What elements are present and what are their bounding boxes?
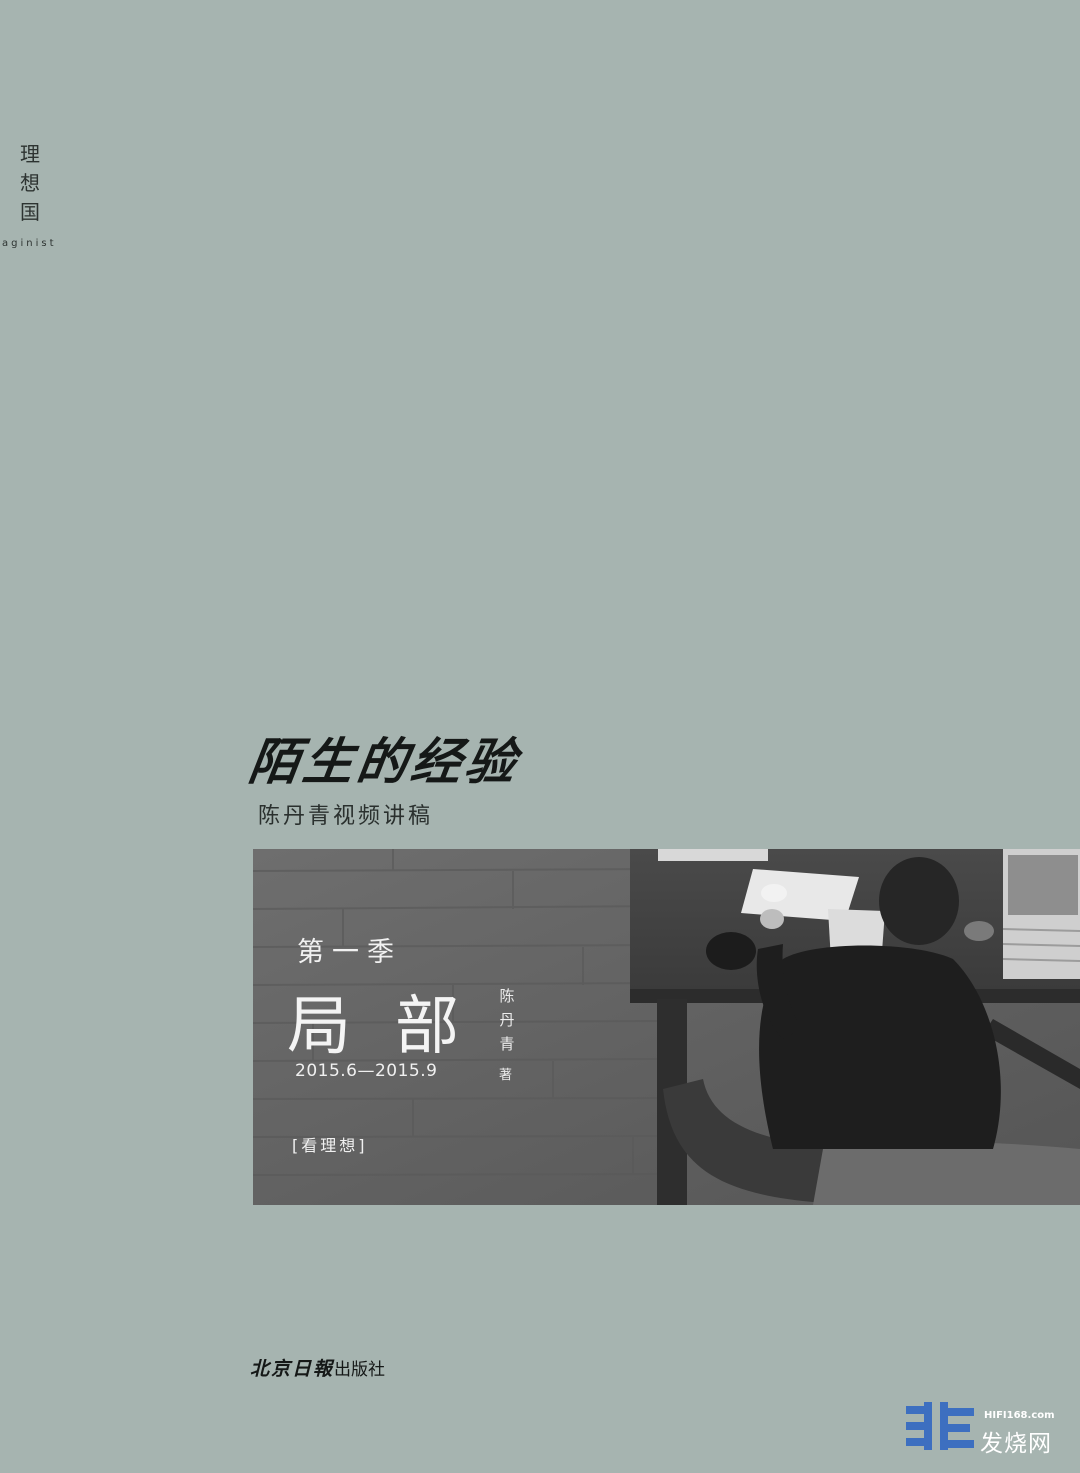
date-range: 2015.6—2015.9 bbox=[295, 1061, 438, 1081]
paper bbox=[658, 849, 768, 861]
series-tag: [看理想] bbox=[292, 1136, 368, 1155]
imprint-char: 国 bbox=[20, 200, 40, 224]
publisher-suffix: 出版社 bbox=[334, 1360, 386, 1380]
cushion bbox=[813, 1141, 1080, 1205]
imprint-char: 想 bbox=[20, 171, 40, 195]
watermark: HIFI168.com 发烧网 bbox=[904, 1398, 1074, 1457]
phone bbox=[706, 932, 756, 970]
imprint-latin: aginist bbox=[2, 238, 57, 249]
watermark-name: 发烧网 bbox=[980, 1431, 1052, 1457]
glass bbox=[964, 921, 994, 941]
cup bbox=[761, 884, 787, 902]
watermark-url: HIFI168.com bbox=[984, 1410, 1055, 1421]
author-char: 丹 bbox=[499, 1011, 515, 1029]
publisher: 北京日報出版社 bbox=[250, 1354, 385, 1381]
figure-hand bbox=[760, 909, 784, 929]
watermark-logo-icon bbox=[906, 1402, 974, 1450]
figure-body bbox=[759, 945, 1001, 1149]
subtitle: 陈丹青视频讲稿 bbox=[258, 804, 434, 829]
author-char: 陈 bbox=[499, 987, 515, 1005]
season-label: 第一季 bbox=[297, 937, 402, 968]
imprint-vertical: 理 想 国 bbox=[18, 140, 42, 227]
calligraphy-title: 陌生的经验 bbox=[245, 732, 524, 791]
book-title: 局部 bbox=[287, 990, 503, 1064]
publisher-brand: 北京日報 bbox=[250, 1358, 335, 1380]
author-vertical: 陈 丹 青 bbox=[497, 984, 517, 1056]
figure-head bbox=[879, 857, 959, 945]
imprint-char: 理 bbox=[20, 142, 40, 166]
author-char: 青 bbox=[499, 1035, 515, 1053]
book-illustration bbox=[1008, 855, 1078, 915]
author-role: 著 bbox=[499, 1068, 513, 1083]
